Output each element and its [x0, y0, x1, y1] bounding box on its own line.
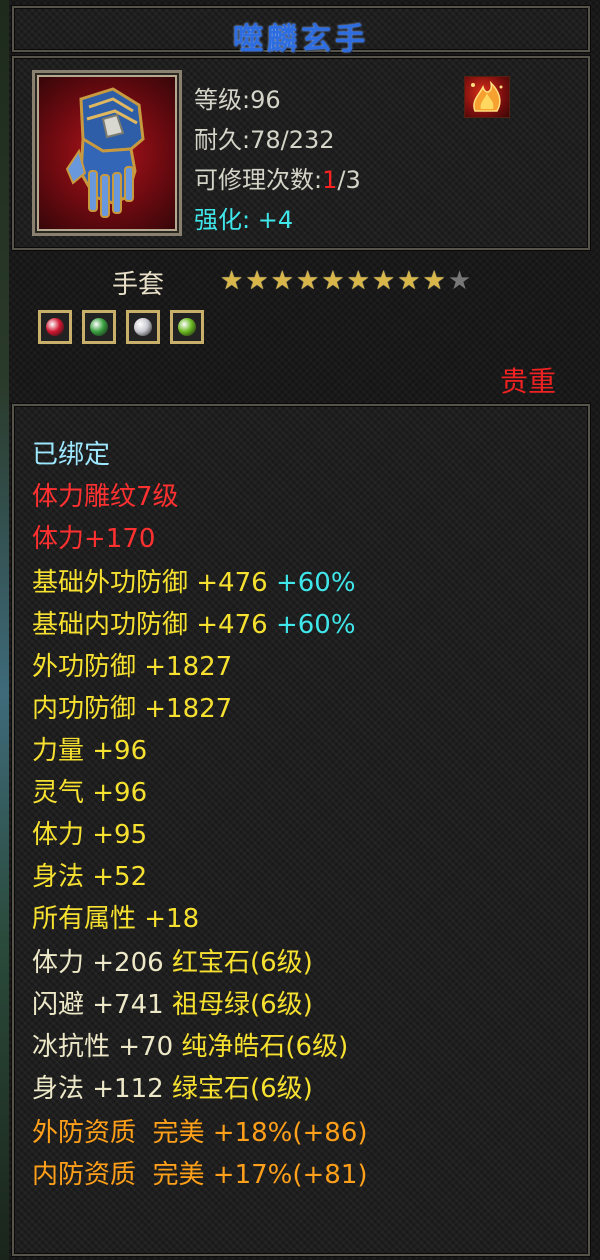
rarity-label: 贵重	[499, 365, 556, 398]
star-empty-icon: ★	[447, 266, 474, 296]
inner-def-line: 内功防御 +1827	[32, 694, 233, 724]
gauntlet-icon	[65, 87, 145, 218]
green-orb-icon[interactable]	[170, 310, 204, 344]
strength-line: 力量 +96	[32, 736, 148, 766]
engrave-stat-line: 体力+170	[32, 524, 156, 554]
gem-stat: 身法 +112	[32, 1074, 164, 1104]
star-filled-icon: ★	[371, 266, 398, 296]
star-filled-icon: ★	[245, 266, 271, 296]
gem-sockets	[38, 310, 214, 348]
gem-stat-line: 体力 +206 红宝石(6级)	[32, 942, 313, 979]
gem-stat: 闪避 +741	[32, 990, 164, 1020]
base-inner-def-label: 基础内功防御 +476	[32, 610, 268, 640]
star-rating: ★★★★★★★★★★	[220, 266, 473, 296]
star-filled-icon: ★	[220, 266, 246, 296]
engrave-line: 体力雕纹7级	[32, 482, 179, 512]
gem-name: 祖母绿(6级)	[171, 990, 313, 1020]
base-inner-def-bonus: +60%	[275, 610, 356, 640]
outer-def-line: 外功防御 +1827	[32, 652, 233, 682]
agility-line: 身法 +52	[32, 862, 148, 892]
base-outer-def-line: 基础外功防御 +476 +60%	[32, 562, 356, 599]
spirit-line: 灵气 +96	[32, 778, 148, 808]
star-filled-icon: ★	[422, 266, 448, 296]
white-gem-icon[interactable]	[126, 310, 160, 344]
level-stat: 等级:96	[194, 86, 281, 114]
bound-status: 已绑定	[32, 440, 111, 470]
green-gem-icon[interactable]	[82, 310, 116, 344]
item-type: 手套	[112, 270, 165, 300]
gem-stat-line: 闪避 +741 祖母绿(6级)	[32, 984, 313, 1021]
attribute-panel: 已绑定 体力雕纹7级 体力+170 基础外功防御 +476 +60% 基础内功防…	[12, 404, 590, 1256]
all-attr-line: 所有属性 +18	[32, 904, 200, 934]
repair-count-stat: 可修理次数:1/3	[194, 160, 361, 195]
gem-name: 绿宝石(6级)	[171, 1074, 313, 1104]
stamina-line: 体力 +95	[32, 820, 148, 850]
repair-total: /3	[337, 166, 361, 194]
star-filled-icon: ★	[321, 266, 347, 296]
gem-name: 纯净皓石(6级)	[181, 1032, 349, 1062]
star-filled-icon: ★	[270, 266, 296, 296]
gem-stat-line: 冰抗性 +70 纯净皓石(6级)	[32, 1026, 348, 1063]
type-section: 手套 ★★★★★★★★★★ 贵重	[12, 254, 590, 400]
background-edge	[0, 0, 9, 1260]
star-filled-icon: ★	[346, 266, 372, 296]
gem-stat: 冰抗性 +70	[32, 1032, 174, 1062]
repair-used: 1	[322, 166, 338, 194]
gem-stat: 体力 +206	[32, 948, 164, 978]
base-outer-def-bonus: +60%	[275, 568, 356, 598]
star-filled-icon: ★	[397, 266, 423, 296]
inner-quality-line: 内防资质 完美 +17%(+81)	[32, 1160, 368, 1190]
repair-label: 可修理次数:	[194, 166, 323, 194]
gem-name: 红宝石(6级)	[171, 948, 313, 978]
base-outer-def-label: 基础外功防御 +476	[32, 568, 268, 598]
gem-stat-line: 身法 +112 绿宝石(6级)	[32, 1068, 313, 1105]
red-gem-icon[interactable]	[38, 310, 72, 344]
outer-quality-line: 外防资质 完美 +18%(+86)	[32, 1118, 368, 1148]
item-name: 噬麟玄手	[233, 22, 369, 57]
item-portrait	[32, 70, 182, 236]
item-header: 等级:96 耐久:78/232 可修理次数:1/3 强化: +4	[12, 56, 590, 250]
title-bar: 噬麟玄手	[12, 6, 590, 57]
flame-badge-icon	[464, 76, 510, 118]
durability-stat: 耐久:78/232	[194, 126, 335, 154]
base-inner-def-line: 基础内功防御 +476 +60%	[32, 604, 356, 641]
enhance-stat: 强化: +4	[194, 206, 294, 234]
star-filled-icon: ★	[295, 266, 322, 296]
